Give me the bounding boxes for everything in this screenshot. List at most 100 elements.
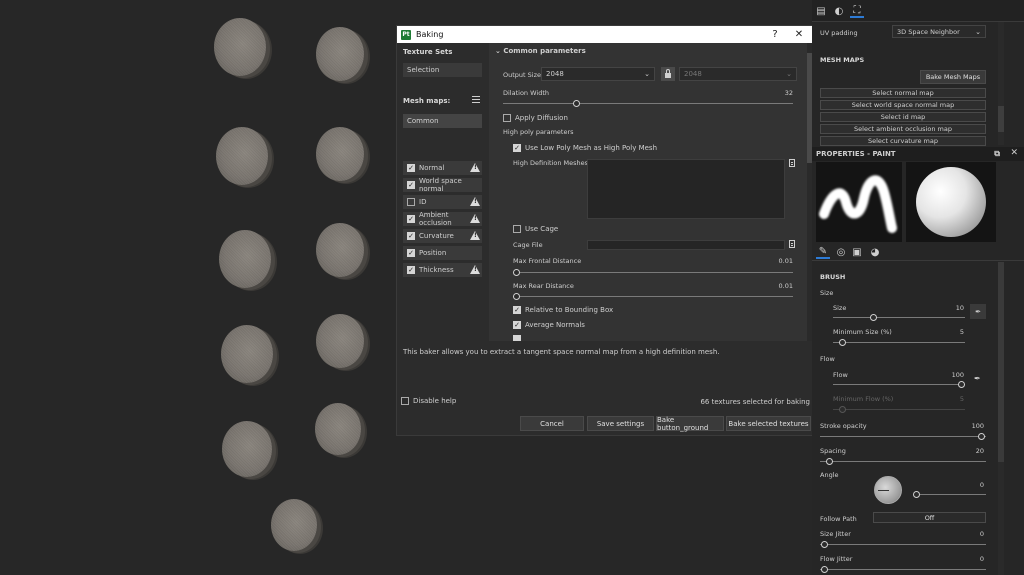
disable-help-checkbox[interactable]: Disable help (401, 397, 456, 405)
mesh-map-item[interactable]: ✓ Normal (403, 161, 482, 175)
min-flow-slider[interactable] (839, 406, 846, 413)
brush-tab-icon[interactable]: ✎ (816, 245, 830, 259)
flow-jitter-slider[interactable] (821, 566, 828, 573)
size-jitter-label: Size Jitter (820, 530, 851, 538)
select-map-button[interactable]: Select world space normal map (820, 100, 986, 110)
partial-checkbox-row[interactable] (513, 335, 525, 341)
relative-bbox-checkbox[interactable]: ✓ Relative to Bounding Box (513, 306, 613, 314)
common-item[interactable]: Common (403, 114, 482, 128)
average-normals-label: Average Normals (525, 321, 585, 329)
help-button[interactable]: ? (764, 26, 786, 43)
checkbox-icon[interactable]: ✓ (407, 266, 415, 274)
angle-dial[interactable] (874, 476, 902, 504)
checkbox-icon[interactable]: ✓ (407, 232, 415, 240)
disc-mesh (271, 499, 317, 551)
cage-file-field[interactable] (587, 240, 785, 250)
lock-icon[interactable] (661, 67, 675, 81)
select-map-button[interactable]: Select normal map (820, 88, 986, 98)
use-cage-checkbox[interactable]: Use Cage (513, 225, 558, 233)
bake-ground-button[interactable]: Bake button_ground (656, 416, 724, 432)
max-rear-slider[interactable] (513, 293, 520, 300)
flow-jitter-value: 0 (979, 555, 984, 563)
checkbox-icon (513, 225, 521, 233)
close-button[interactable]: ✕ (788, 26, 810, 43)
material-tab-icon[interactable]: ◕ (868, 245, 882, 259)
flow-slider[interactable] (958, 381, 965, 388)
selected-count: 66 textures selected for baking (700, 398, 810, 406)
uv-padding-dropdown[interactable]: 3D Space Neighbor ⌄ (892, 25, 986, 38)
warning-icon (470, 231, 480, 240)
bake-icon[interactable]: ⛶ (850, 4, 864, 18)
checkbox-icon[interactable]: ✓ (407, 215, 415, 223)
high-def-meshes-list[interactable] (587, 159, 785, 219)
common-parameters-header[interactable]: ⌄ Common parameters (495, 47, 586, 55)
spacing-slider[interactable] (826, 458, 833, 465)
select-map-button[interactable]: Select curvature map (820, 136, 986, 146)
bake-panel-scrollbar[interactable] (998, 22, 1004, 145)
average-normals-checkbox[interactable]: ✓ Average Normals (513, 321, 585, 329)
size-jitter-value: 0 (979, 530, 984, 538)
right-panel-tabs: ▤ ◐ ⛶ (812, 0, 1024, 22)
alpha-tab-icon[interactable]: ◎ (834, 245, 848, 259)
stroke-opacity-label: Stroke opacity (820, 422, 867, 430)
checkbox-icon[interactable]: ✓ (407, 164, 415, 172)
mesh-maps-title: Mesh maps: (403, 97, 451, 105)
properties-scrollbar[interactable] (998, 262, 1004, 575)
stencil-tab-icon[interactable]: ▣ (850, 245, 864, 259)
undock-icon[interactable]: ⧉ (994, 149, 1000, 159)
follow-path-toggle[interactable]: Off (873, 512, 986, 523)
disc-mesh (316, 314, 364, 368)
mesh-map-item[interactable]: ID (403, 195, 482, 209)
stroke-opacity-slider[interactable] (978, 433, 985, 440)
mesh-map-item[interactable]: ✓ World space normal (403, 177, 482, 193)
mesh-map-item[interactable]: ✓ Curvature (403, 229, 482, 243)
use-low-poly-checkbox[interactable]: ✓ Use Low Poly Mesh as High Poly Mesh (513, 144, 657, 152)
dilation-width-slider[interactable] (573, 100, 580, 107)
texture-set-icon[interactable]: ▤ (814, 4, 828, 18)
pen-pressure-icon[interactable]: ✒ (970, 304, 986, 319)
high-poly-params-label: High poly parameters (503, 128, 574, 136)
scrollbar-thumb[interactable] (998, 106, 1004, 132)
checkbox-icon: ✓ (513, 321, 521, 329)
output-size-linked-dropdown[interactable]: 2048 ⌄ (679, 67, 797, 81)
angle-track (914, 494, 986, 495)
checkbox-icon[interactable] (407, 198, 415, 206)
use-low-poly-label: Use Low Poly Mesh as High Poly Mesh (525, 144, 658, 152)
max-frontal-slider[interactable] (513, 269, 520, 276)
checkbox-icon[interactable]: ✓ (407, 249, 415, 257)
texture-set-field[interactable]: Selection (403, 63, 482, 77)
size-jitter-slider[interactable] (821, 541, 828, 548)
size-slider[interactable] (870, 314, 877, 321)
mesh-map-label: Thickness (419, 266, 454, 274)
file-icon[interactable] (789, 240, 795, 248)
scrollbar-thumb[interactable] (998, 262, 1004, 462)
select-map-button[interactable]: Select id map (820, 112, 986, 122)
mesh-map-item[interactable]: ✓ Ambient occlusion (403, 211, 482, 227)
save-settings-button[interactable]: Save settings (587, 416, 654, 431)
output-size-label: Output Size (503, 71, 541, 79)
max-frontal-track (513, 272, 793, 273)
output-size-dropdown[interactable]: 2048 ⌄ (541, 67, 655, 81)
properties-header: PROPERTIES - PAINT ⧉ ✕ (812, 147, 1024, 161)
min-size-slider[interactable] (839, 339, 846, 346)
close-icon[interactable]: ✕ (1010, 148, 1018, 158)
properties-tabs: ✎ ◎ ▣ ◕ (812, 243, 1024, 261)
dilation-width-value: 32 (784, 89, 793, 97)
disc-mesh (222, 421, 272, 477)
bake-mesh-maps-button[interactable]: Bake Mesh Maps (920, 70, 986, 84)
mesh-map-item[interactable]: ✓ Position (403, 246, 482, 260)
cancel-button[interactable]: Cancel (520, 416, 584, 431)
follow-path-label: Follow Path (820, 515, 857, 523)
apply-diffusion-checkbox[interactable]: Apply Diffusion (503, 114, 568, 122)
pen-pressure-icon[interactable]: ✒ (974, 374, 981, 383)
brush-stroke-preview (819, 175, 897, 233)
min-flow-label: Minimum Flow (%) (833, 395, 894, 403)
bake-selected-button[interactable]: Bake selected textures (726, 416, 811, 431)
select-map-button[interactable]: Select ambient occlusion map (820, 124, 986, 134)
angle-slider[interactable] (913, 491, 920, 498)
display-settings-icon[interactable]: ◐ (832, 4, 846, 18)
checkbox-icon[interactable]: ✓ (407, 181, 415, 189)
file-icon[interactable] (789, 159, 795, 167)
mesh-map-item[interactable]: ✓ Thickness (403, 263, 482, 277)
filter-list-icon[interactable] (472, 95, 482, 105)
